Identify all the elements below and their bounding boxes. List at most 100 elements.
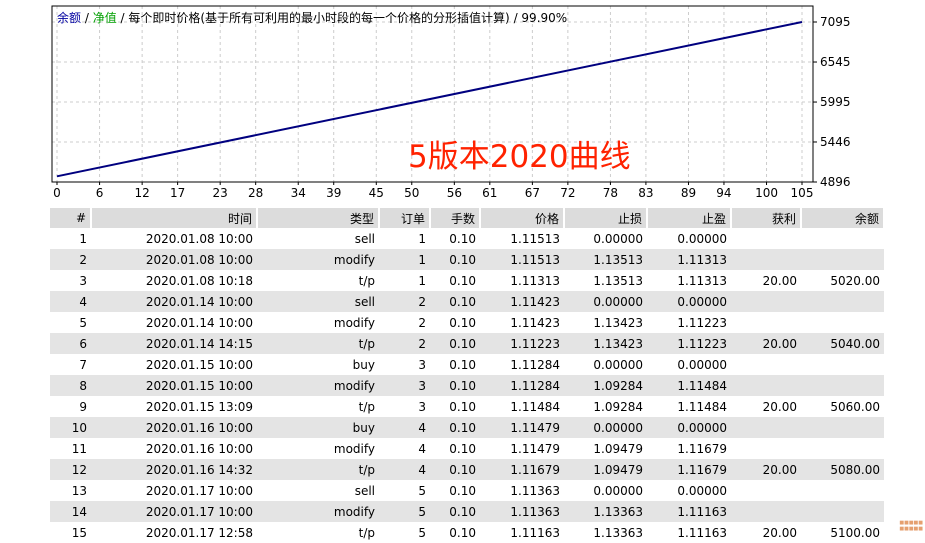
table-row[interactable]: 14 2020.01.17 10:00 modify 5 0.10 1.11363 1.13…: [50, 501, 884, 522]
table-cell: 13: [71, 483, 87, 498]
table-cell: 8: [50, 375, 91, 396]
table-cell: 20.00: [762, 399, 797, 414]
table-cell: 0.10: [449, 357, 476, 372]
watermark-logo: ■■■■■ ■■■■■: [899, 520, 923, 532]
table-cell: 3: [379, 375, 430, 396]
x-tick-label: 28: [248, 186, 263, 200]
table-row[interactable]: 1 2020.01.08 10:00 sell 1 0.10 1.11513 0.00000…: [50, 228, 884, 249]
table-cell: buy: [352, 357, 375, 372]
table-cell: sell: [354, 231, 375, 246]
table-row[interactable]: 3 2020.01.08 10:18 t/p 1 0.10 1.11313 1.13513 1…: [50, 270, 884, 291]
table-cell: 1.09284: [593, 399, 643, 414]
column-header[interactable]: #: [50, 208, 92, 228]
column-header[interactable]: 时间: [91, 208, 258, 228]
table-row[interactable]: 2 2020.01.08 10:00 modify 1 0.10 1.11513 1.135…: [50, 249, 884, 270]
column-header[interactable]: 手数: [430, 208, 481, 228]
table-cell: 1.11423: [510, 315, 560, 330]
table-cell: 1.11484: [677, 399, 727, 414]
column-header[interactable]: 止损: [564, 208, 648, 228]
table-cell: 1: [418, 273, 426, 288]
table-cell: 15: [71, 525, 87, 540]
table-cell: 5: [79, 315, 87, 330]
legend-balance: 余额: [57, 11, 82, 25]
table-row[interactable]: 9 2020.01.15 13:09 t/p 3 0.10 1.11484 1.09284 1…: [50, 396, 884, 417]
table-row[interactable]: 5 2020.01.14 10:00 modify 2 0.10 1.11423 1.134…: [50, 312, 884, 333]
table-row[interactable]: 4 2020.01.14 10:00 sell 2 0.10 1.11423 0.00000…: [50, 291, 884, 312]
table-cell: [731, 228, 801, 249]
table-cell: 2020.01.15 10:00: [91, 375, 257, 396]
table-cell: 0.00000: [593, 357, 643, 372]
table-cell: 20.00: [762, 273, 797, 288]
table-cell: 1.11513: [480, 249, 564, 270]
table-cell: 6: [50, 333, 91, 354]
table-cell: 4: [379, 459, 430, 480]
table-row[interactable]: 15 2020.01.17 12:58 t/p 5 0.10 1.11163 1.13363…: [50, 522, 884, 543]
table-cell: 0.10: [430, 333, 480, 354]
x-tick-label: 56: [447, 186, 462, 200]
table-cell: t/p: [257, 459, 379, 480]
table-cell: 5040.00: [801, 333, 884, 354]
table-cell: [731, 354, 801, 375]
column-header[interactable]: 余额: [801, 208, 885, 228]
equity-chart: 4896 5446 5995 6545 7095 0 6 12 17 23 28 34 39 45 50 5…: [0, 0, 925, 205]
table-cell: [801, 501, 884, 522]
table-cell: 2020.01.14 14:15: [91, 333, 257, 354]
table-cell: 1.13423: [564, 333, 647, 354]
table-cell: 9: [79, 399, 87, 414]
table-cell: 0.10: [449, 441, 476, 456]
table-cell: 2020.01.16 10:00: [145, 441, 253, 456]
x-tick-label: 23: [213, 186, 228, 200]
table-cell: 2: [50, 249, 91, 270]
table-cell: 5020.00: [830, 273, 880, 288]
column-header[interactable]: 获利: [731, 208, 802, 228]
table-cell: 0.10: [430, 249, 480, 270]
table-cell: sell: [257, 291, 379, 312]
table-cell: [801, 480, 884, 501]
table-cell: 0.00000: [677, 483, 727, 498]
table-cell: 3: [418, 399, 426, 414]
table-cell: buy: [257, 417, 379, 438]
table-cell: 1.11313: [647, 249, 731, 270]
table-row[interactable]: 10 2020.01.16 10:00 buy 4 0.10 1.11479 0.00000…: [50, 417, 884, 438]
table-cell: 1.11284: [510, 357, 560, 372]
column-header[interactable]: 订单: [379, 208, 431, 228]
x-tick-label: 89: [681, 186, 696, 200]
table-cell: 0.10: [449, 525, 476, 540]
table-cell: 1.11513: [510, 231, 560, 246]
table-cell: [801, 417, 884, 438]
table-cell: 2020.01.17 10:00: [145, 483, 253, 498]
column-header[interactable]: 类型: [257, 208, 380, 228]
table-cell: modify: [333, 315, 375, 330]
table-cell: 2020.01.17 10:00: [91, 501, 257, 522]
table-row[interactable]: 13 2020.01.17 10:00 sell 5 0.10 1.11363 0.0000…: [50, 480, 884, 501]
table-row[interactable]: 12 2020.01.16 14:32 t/p 4 0.10 1.11679 1.09479…: [50, 459, 884, 480]
table-cell: 2: [379, 333, 430, 354]
table-cell: 1.11679: [677, 441, 727, 456]
table-cell: 2020.01.16 10:00: [91, 417, 257, 438]
x-tick-label: 6: [96, 186, 104, 200]
column-header[interactable]: 价格: [480, 208, 565, 228]
table-row[interactable]: 8 2020.01.15 10:00 modify 3 0.10 1.11284 1.092…: [50, 375, 884, 396]
table-cell: 0.10: [449, 315, 476, 330]
table-row[interactable]: 11 2020.01.16 10:00 modify 4 0.10 1.11479 1.09…: [50, 438, 884, 459]
table-cell: 2020.01.16 14:32: [91, 459, 257, 480]
table-cell: 0.00000: [647, 417, 731, 438]
table-cell: 1.09479: [593, 441, 643, 456]
table-cell: 1: [79, 231, 87, 246]
table-cell: [801, 312, 884, 333]
table-cell: 2020.01.15 13:09: [145, 399, 253, 414]
table-cell: [731, 375, 801, 396]
table-cell: 2020.01.14 10:00: [145, 315, 253, 330]
table-cell: 5: [418, 525, 426, 540]
table-cell: 1.11479: [480, 417, 564, 438]
table-cell: 14: [50, 501, 91, 522]
column-header[interactable]: 止盈: [647, 208, 732, 228]
table-cell: 5060.00: [830, 399, 880, 414]
legend-equity: 净值: [92, 11, 117, 25]
table-cell: 0.00000: [564, 417, 647, 438]
table-row[interactable]: 6 2020.01.14 14:15 t/p 2 0.10 1.11223 1.13423 1…: [50, 333, 884, 354]
table-cell: 1.13423: [593, 315, 643, 330]
table-row[interactable]: 7 2020.01.15 10:00 buy 3 0.10 1.11284 0.00000 0…: [50, 354, 884, 375]
chart-legend: 余额 / 净值 / 每个即时价格(基于所有可利用的最小时段的每一个价格的分形插值…: [57, 9, 567, 26]
table-cell: [731, 291, 801, 312]
